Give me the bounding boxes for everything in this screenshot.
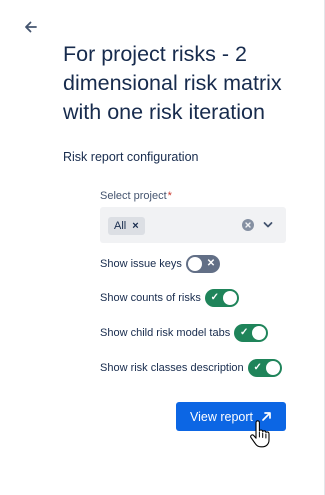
risk-classes-description-toggle[interactable]: ✓	[247, 359, 282, 377]
project-chip: All ×	[108, 217, 145, 235]
toggle-label: Show risk classes description	[100, 362, 244, 374]
check-icon: ✓	[210, 292, 220, 303]
view-report-label: View report	[190, 409, 253, 424]
counts-of-risks-toggle[interactable]: ✓	[204, 289, 239, 307]
toggle-row-counts: Show counts of risks ✓	[100, 289, 239, 307]
cross-icon: ✕	[206, 258, 216, 269]
child-risk-model-tabs-toggle[interactable]: ✓	[234, 324, 269, 342]
toggle-label: Show issue keys	[100, 258, 182, 270]
toggle-row-classes-description: Show risk classes description ✓	[100, 359, 282, 377]
toggle-knob	[187, 257, 202, 271]
required-mark: *	[167, 190, 172, 202]
page-title: For project risks - 2 dimensional risk m…	[63, 42, 282, 124]
project-chip-label: All	[114, 220, 127, 232]
clear-selection-icon[interactable]	[242, 219, 254, 231]
toggle-row-issue-keys: Show issue keys ✕	[100, 255, 220, 273]
hand-pointer-icon	[250, 420, 270, 448]
select-project-label: Select project*	[100, 190, 172, 202]
toggle-label: Show child risk model tabs	[100, 327, 231, 339]
select-project-label-text: Select project	[100, 190, 167, 202]
toggle-row-child-tabs: Show child risk model tabs ✓	[100, 324, 269, 342]
chevron-down-icon[interactable]	[263, 221, 273, 229]
toggle-knob	[222, 291, 237, 305]
back-button[interactable]	[22, 18, 40, 36]
arrow-left-icon	[25, 21, 37, 33]
project-select[interactable]: All ×	[100, 207, 286, 243]
toggle-label: Show counts of risks	[100, 292, 201, 304]
section-label: Risk report configuration	[63, 150, 199, 164]
toggle-knob	[265, 361, 280, 375]
check-icon: ✓	[240, 327, 249, 338]
toggle-knob	[252, 326, 267, 340]
issue-keys-toggle[interactable]: ✕	[185, 255, 220, 273]
check-icon: ✓	[253, 362, 262, 373]
chip-remove-icon[interactable]: ×	[132, 220, 138, 232]
